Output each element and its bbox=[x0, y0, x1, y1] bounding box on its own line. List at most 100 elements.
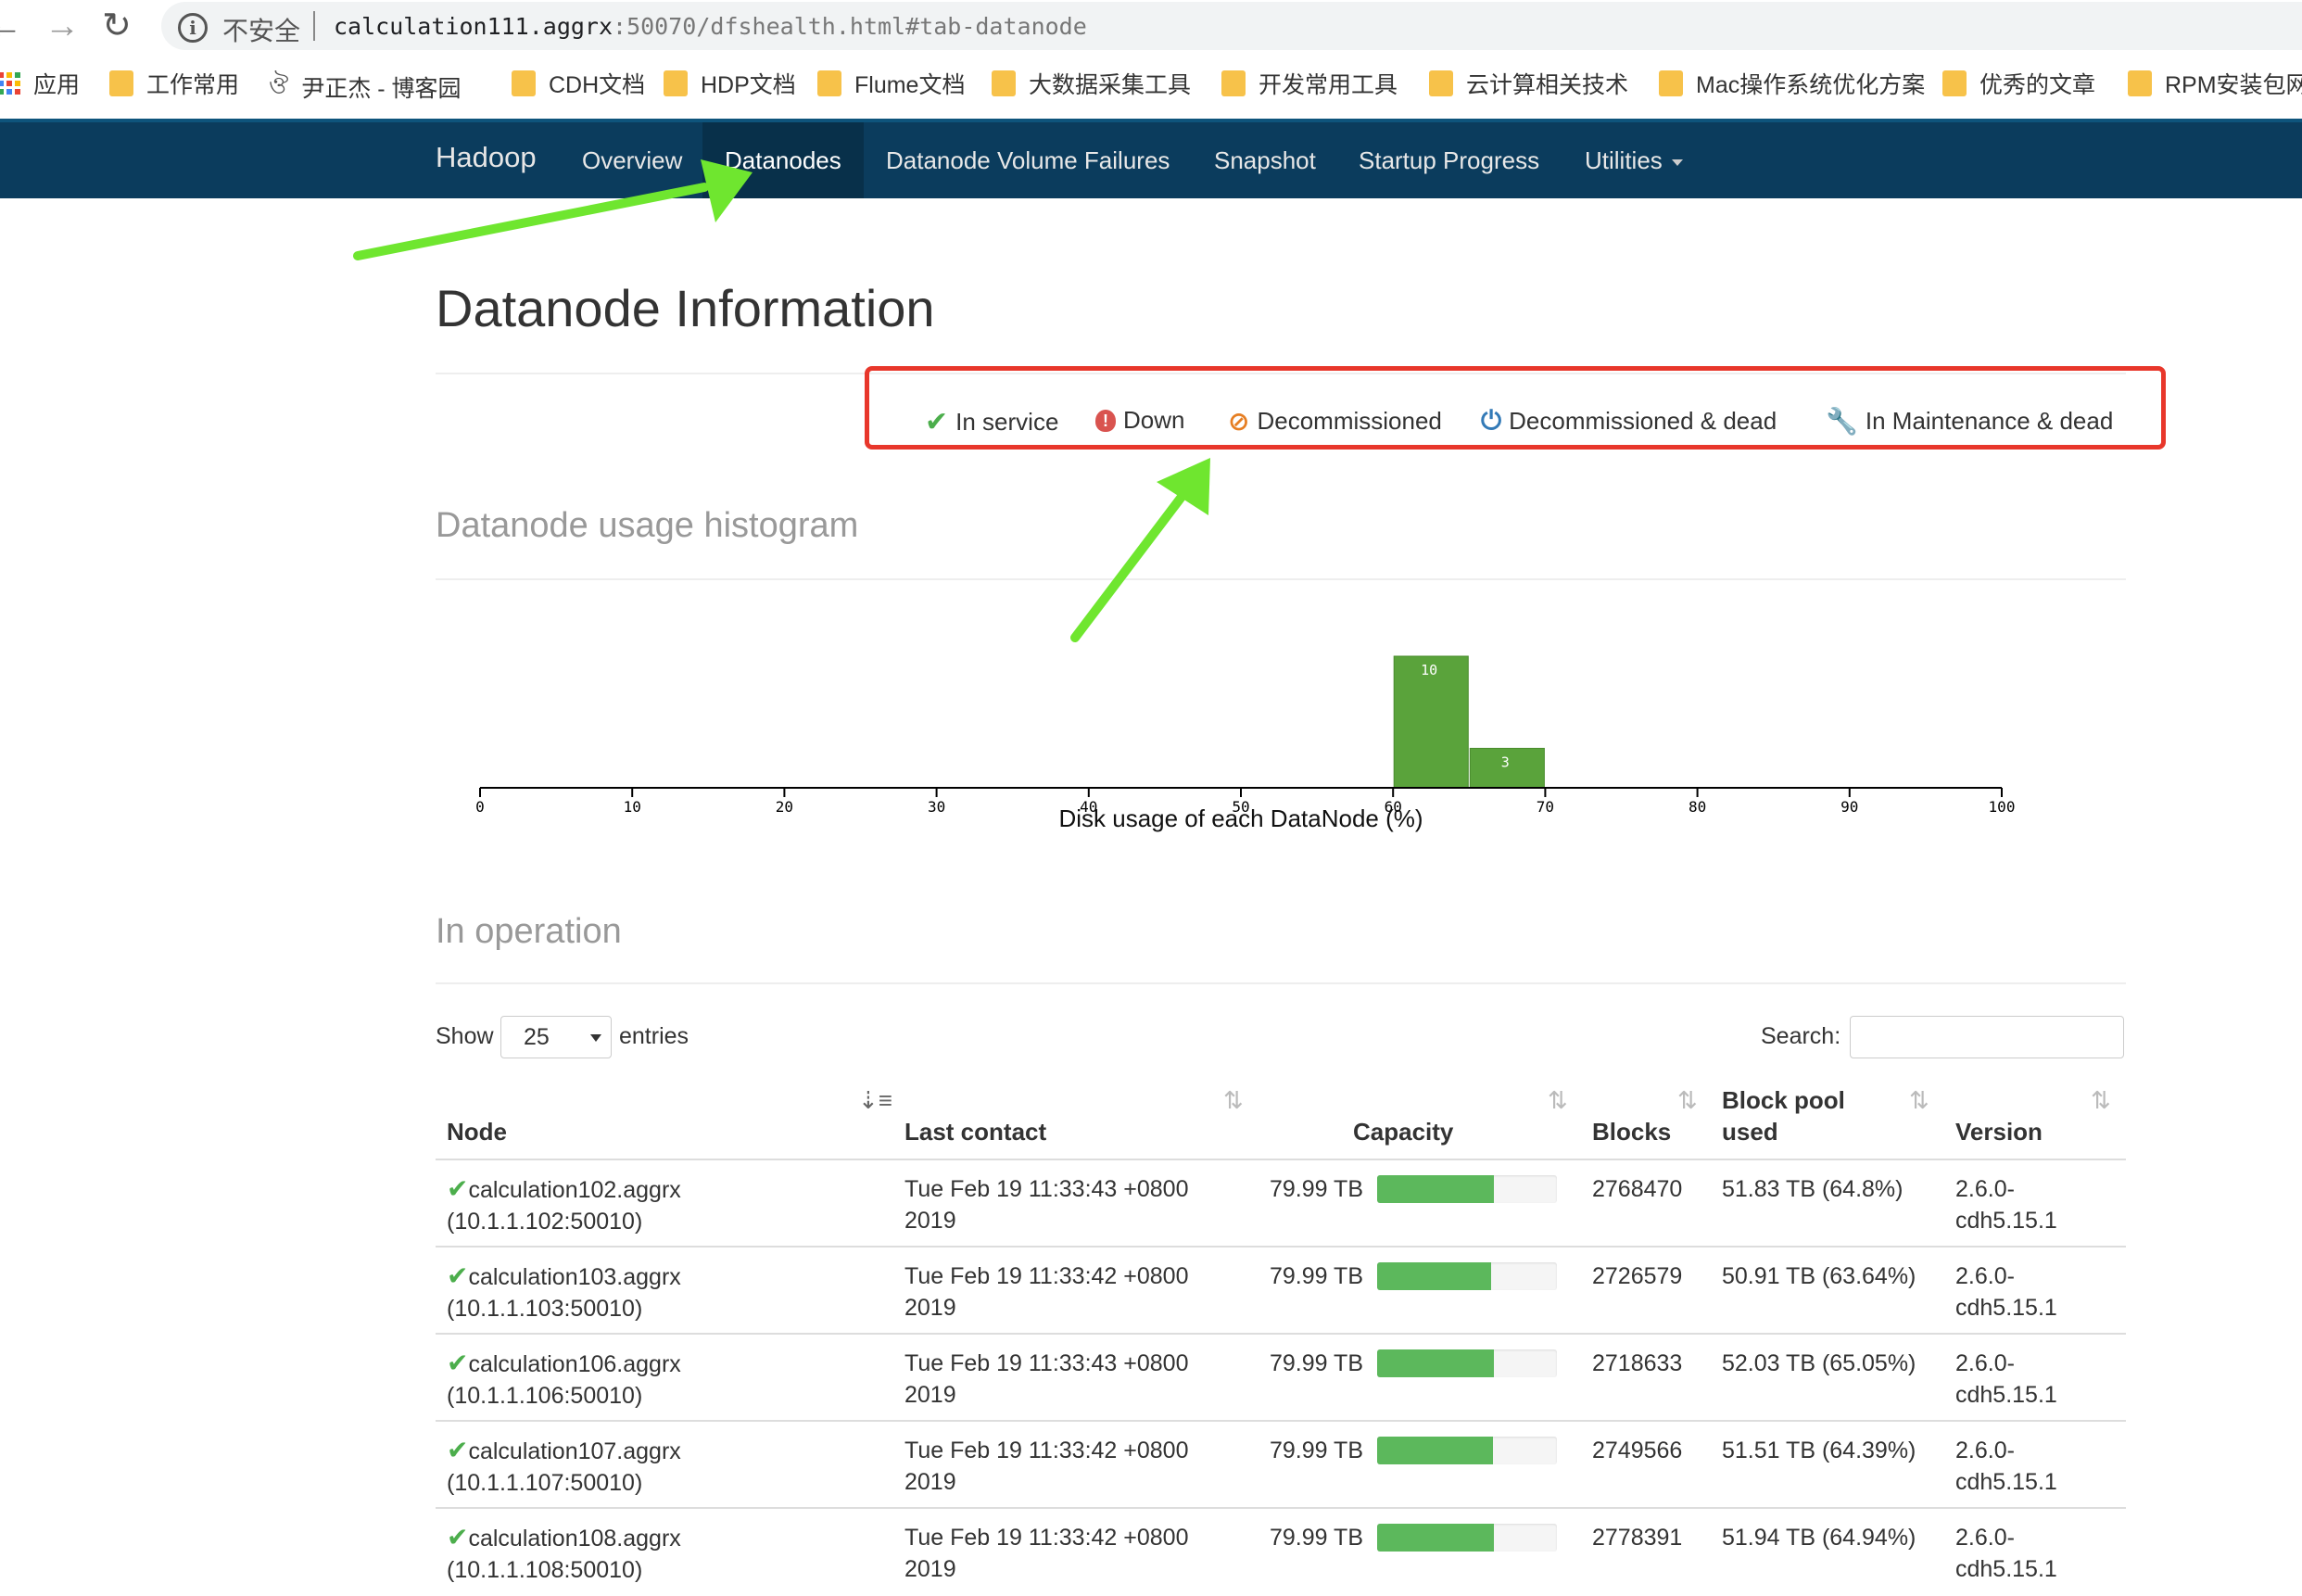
header-blocks[interactable]: Blocks bbox=[1592, 1116, 1671, 1147]
usage-histogram: 1030 10 20 30 40 50 60 70 80 90 100Disk usage of e… bbox=[475, 655, 2015, 832]
x-tick-label: 70 bbox=[1537, 798, 1554, 816]
bookmark-item[interactable]: RPM安装包网站 bbox=[2128, 67, 2302, 100]
blocks-value: 2778391 bbox=[1592, 1525, 1683, 1551]
header-capacity[interactable]: Capacity bbox=[1353, 1116, 1453, 1147]
node-name[interactable]: calculation102.aggrx bbox=[468, 1177, 680, 1203]
bookmark-item[interactable]: HDP文档 bbox=[664, 67, 796, 100]
capacity-bar-fill bbox=[1377, 1524, 1494, 1552]
node-name[interactable]: calculation103.aggrx bbox=[468, 1264, 680, 1290]
url-text[interactable]: calculation111.aggrx:50070/dfshealth.htm… bbox=[334, 13, 1087, 40]
legend-maintenance-dead: 🔧 In Maintenance & dead bbox=[1826, 406, 2113, 437]
bookmark-label: HDP文档 bbox=[701, 72, 796, 98]
blocks-value: 2749566 bbox=[1592, 1438, 1683, 1463]
folder-icon bbox=[664, 70, 688, 96]
bookmark-item[interactable]: Mac操作系统优化方案 bbox=[1659, 67, 1925, 100]
bookmark-item[interactable]: Flume文档 bbox=[817, 67, 965, 100]
back-icon[interactable]: ← bbox=[0, 6, 22, 46]
last-contact-line1: Tue Feb 19 11:33:42 +0800 bbox=[904, 1263, 1189, 1289]
hadoop-navbar: Hadoop Overview Datanodes Datanode Volum… bbox=[0, 119, 2302, 198]
navbar-brand[interactable]: Hadoop bbox=[436, 141, 537, 174]
bookmark-label: RPM安装包网站 bbox=[2165, 72, 2302, 98]
version-line2: cdh5.15.1 bbox=[1955, 1295, 2057, 1321]
sort-asc-icon[interactable]: ⇣≡ bbox=[858, 1086, 892, 1115]
bookmark-item[interactable]: 云计算相关技术 bbox=[1429, 67, 1628, 100]
version-line1: 2.6.0- bbox=[1955, 1263, 2015, 1289]
nav-overview[interactable]: Overview bbox=[582, 122, 682, 198]
node-address: (10.1.1.108:50010) bbox=[447, 1557, 643, 1583]
table-row: ✔calculation106.aggrx (10.1.1.106:50010) T… bbox=[436, 1333, 2126, 1422]
node-name[interactable]: calculation107.aggrx bbox=[468, 1438, 680, 1464]
node-name[interactable]: calculation108.aggrx bbox=[468, 1526, 680, 1552]
last-contact-line1: Tue Feb 19 11:33:42 +0800 bbox=[904, 1525, 1189, 1551]
node-address: (10.1.1.103:50010) bbox=[447, 1296, 643, 1322]
nav-utilities[interactable]: Utilities bbox=[1585, 122, 1683, 198]
cell-blocks: 2726579 bbox=[1592, 1260, 1682, 1292]
operation-title: In operation bbox=[436, 912, 622, 951]
sort-icon[interactable]: ⇅ bbox=[1223, 1086, 1244, 1115]
forward-icon[interactable]: → bbox=[44, 6, 80, 46]
cell-node: ✔calculation103.aggrx (10.1.1.103:50010) bbox=[447, 1260, 681, 1324]
cell-last-contact: Tue Feb 19 11:33:42 +0800 2019 bbox=[904, 1435, 1189, 1498]
cell-block-pool: 50.91 TB (63.64%) bbox=[1722, 1260, 1916, 1292]
header-version[interactable]: Version bbox=[1955, 1116, 2043, 1147]
bookmark-item[interactable]: CDH文档 bbox=[512, 67, 645, 100]
blocks-value: 2726579 bbox=[1592, 1263, 1683, 1289]
insecure-label: 不安全 bbox=[222, 17, 301, 45]
divider bbox=[436, 578, 2126, 580]
nav-snapshot[interactable]: Snapshot bbox=[1214, 122, 1316, 198]
bookmark-item[interactable]: ঔ 尹正杰 - 博客园 bbox=[269, 67, 462, 108]
version-line1: 2.6.0- bbox=[1955, 1525, 2015, 1551]
sort-icon[interactable]: ⇅ bbox=[1909, 1086, 1929, 1115]
legend-label: Decommissioned bbox=[1257, 407, 1442, 435]
cell-capacity: 79.99 TB bbox=[1270, 1260, 1363, 1292]
bookmark-label: CDH文档 bbox=[549, 72, 646, 98]
address-separator bbox=[313, 11, 315, 41]
bookmark-item[interactable]: 大数据采集工具 bbox=[992, 67, 1191, 100]
cell-blocks: 2768470 bbox=[1592, 1173, 1682, 1205]
x-tick-label: 90 bbox=[1840, 798, 1858, 816]
bookmark-item[interactable]: 优秀的文章 bbox=[1942, 67, 2095, 100]
sort-icon[interactable]: ⇅ bbox=[2091, 1086, 2111, 1115]
cell-blocks: 2749566 bbox=[1592, 1435, 1682, 1466]
bookmark-apps[interactable]: 应用 bbox=[0, 67, 80, 100]
cell-blocks: 2778391 bbox=[1592, 1522, 1682, 1553]
sort-icon[interactable]: ⇅ bbox=[1677, 1086, 1698, 1115]
table-row: ✔calculation108.aggrx (10.1.1.108:50010) T… bbox=[436, 1507, 2126, 1596]
block-pool-value: 50.91 TB (63.64%) bbox=[1722, 1263, 1916, 1289]
bookmark-label: 优秀的文章 bbox=[1979, 72, 2096, 98]
folder-icon bbox=[992, 70, 1016, 96]
cell-capacity: 79.99 TB bbox=[1270, 1435, 1363, 1466]
header-node[interactable]: Node bbox=[447, 1116, 507, 1147]
search-input[interactable] bbox=[1850, 1016, 2124, 1058]
wrench-icon: 🔧 bbox=[1826, 407, 1858, 436]
check-icon: ✔ bbox=[925, 407, 949, 437]
reload-icon[interactable]: ↻ bbox=[102, 6, 132, 46]
page-size-value: 25 bbox=[524, 1024, 550, 1050]
header-last-contact[interactable]: Last contact bbox=[904, 1116, 1046, 1147]
block-pool-value: 51.94 TB (64.94%) bbox=[1722, 1525, 1916, 1551]
apps-grid-icon bbox=[0, 72, 20, 95]
nav-startup-progress[interactable]: Startup Progress bbox=[1359, 122, 1539, 198]
table-row: ✔calculation102.aggrx (10.1.1.102:50010) T… bbox=[436, 1159, 2126, 1248]
capacity-bar bbox=[1377, 1437, 1557, 1464]
address-bar[interactable]: i 不安全 calculation111.aggrx:50070/dfsheal… bbox=[161, 2, 2302, 50]
nav-volume-failures[interactable]: Datanode Volume Failures bbox=[886, 122, 1170, 198]
version-line1: 2.6.0- bbox=[1955, 1176, 2015, 1202]
page-size-select[interactable]: 25 bbox=[500, 1016, 612, 1058]
cell-capacity: 79.99 TB bbox=[1270, 1348, 1363, 1379]
legend-decommissioned: ⊘ Decommissioned bbox=[1228, 406, 1442, 437]
header-block-pool[interactable]: Block pool used bbox=[1722, 1084, 1845, 1147]
last-contact-line2: 2019 bbox=[904, 1295, 956, 1321]
bookmark-item[interactable]: 开发常用工具 bbox=[1221, 67, 1398, 100]
bookmark-item[interactable]: 工作常用 bbox=[109, 67, 239, 100]
nav-datanodes[interactable]: Datanodes bbox=[702, 122, 864, 198]
check-icon: ✔ bbox=[447, 1261, 469, 1290]
bookmark-label: 开发常用工具 bbox=[1259, 72, 1398, 98]
folder-icon bbox=[817, 70, 841, 96]
exclamation-icon: ! bbox=[1095, 409, 1116, 432]
info-icon[interactable]: i bbox=[178, 13, 208, 43]
nav-utilities-label: Utilities bbox=[1585, 146, 1663, 174]
folder-icon bbox=[1221, 70, 1246, 96]
node-name[interactable]: calculation106.aggrx bbox=[468, 1351, 680, 1377]
sort-icon[interactable]: ⇅ bbox=[1548, 1086, 1568, 1115]
